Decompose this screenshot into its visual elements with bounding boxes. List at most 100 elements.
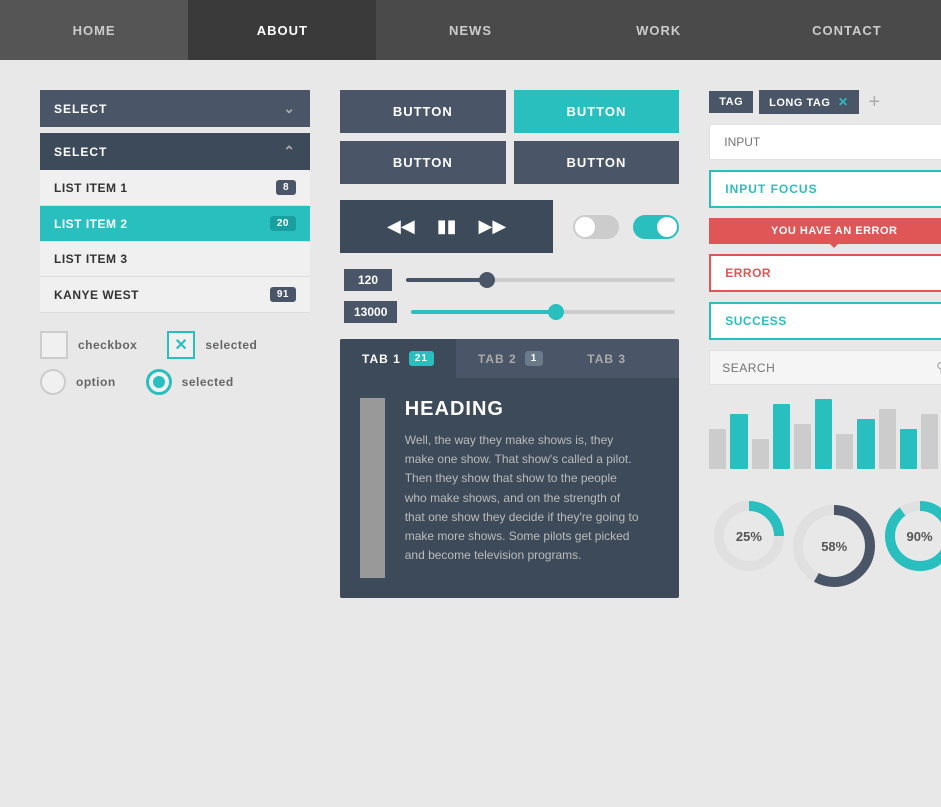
donut-90-label: 90% <box>907 529 933 544</box>
list-item-4[interactable]: KANYE WEST 91 <box>40 277 310 313</box>
button-3[interactable]: BUTTON <box>340 141 506 184</box>
toggle-on[interactable] <box>633 215 679 239</box>
nav-contact[interactable]: CONTACT <box>753 0 941 60</box>
tag-2: LONG TAG ✕ <box>759 90 858 114</box>
radio-unchecked[interactable] <box>40 369 66 395</box>
chevron-down-icon: ⌄ <box>283 100 296 117</box>
toggle-on-knob <box>657 217 677 237</box>
toggle-container <box>573 215 679 239</box>
tab-content: HEADING Well, the way they make shows is… <box>340 378 679 598</box>
select-2-header[interactable]: SELECT ⌃ <box>40 133 310 170</box>
button-1[interactable]: BUTTON <box>340 90 506 133</box>
left-column: SELECT ⌄ SELECT ⌃ LIST ITEM 1 8 LIST ITE… <box>40 90 310 777</box>
select-1[interactable]: SELECT ⌄ <box>40 90 310 127</box>
list-item-1[interactable]: LIST ITEM 1 8 <box>40 170 310 206</box>
tab-image <box>360 398 385 578</box>
bar-1 <box>709 429 726 469</box>
checkbox-unchecked-group: checkbox <box>40 331 137 359</box>
checkbox-selected-label: selected <box>205 338 257 352</box>
checkbox-label: checkbox <box>78 338 137 352</box>
tab-3-label: TAB 3 <box>587 352 626 366</box>
checkbox-checked[interactable]: ✕ <box>167 331 195 359</box>
tag-2-label: LONG TAG <box>769 97 830 109</box>
pause-button[interactable]: ▮▮ <box>433 214 461 239</box>
success-field[interactable] <box>709 302 941 340</box>
donut-58-label: 58% <box>821 539 847 554</box>
toggle-off[interactable] <box>573 215 619 239</box>
list-item-4-label: KANYE WEST <box>54 288 139 302</box>
slider-1-thumb[interactable] <box>479 272 495 288</box>
slider-2-track[interactable] <box>411 310 675 314</box>
main-nav: HOME ABOUT NEWS WORK CONTACT <box>0 0 941 60</box>
tag-add-icon[interactable]: + <box>869 91 881 114</box>
list-item-3-label: LIST ITEM 3 <box>54 252 128 266</box>
tab-body: Well, the way they make shows is, they m… <box>405 431 640 565</box>
slider-2-fill <box>411 310 556 314</box>
list-item-2-label: LIST ITEM 2 <box>54 217 128 231</box>
tab-2[interactable]: TAB 2 1 <box>456 339 565 378</box>
bar-5 <box>794 424 811 469</box>
right-column: TAG LONG TAG ✕ + YOU HAVE AN ERROR ⚲ <box>709 90 941 777</box>
skip-back-button[interactable]: ◀◀ <box>383 214 419 239</box>
error-field[interactable] <box>709 254 941 292</box>
tabs-section: TAB 1 21 TAB 2 1 TAB 3 <box>340 339 679 598</box>
search-input[interactable] <box>722 361 936 375</box>
bar-11 <box>921 414 938 469</box>
button-2[interactable]: BUTTON <box>514 90 680 133</box>
media-player-row: ◀◀ ▮▮ ▶▶ <box>340 200 679 253</box>
select-2-dropdown: SELECT ⌃ LIST ITEM 1 8 LIST ITEM 2 20 LI… <box>40 133 310 313</box>
select-2-label: SELECT <box>54 145 107 159</box>
select-1-label: SELECT <box>54 102 107 116</box>
tab-text-content: HEADING Well, the way they make shows is… <box>385 398 660 565</box>
list-item-2[interactable]: LIST ITEM 2 20 <box>40 206 310 242</box>
tabs-header: TAB 1 21 TAB 2 1 TAB 3 <box>340 339 679 378</box>
donut-58: 58% <box>789 501 879 591</box>
radio-checked-group: selected <box>146 369 234 395</box>
tab-3[interactable]: TAB 3 <box>565 339 648 378</box>
chevron-up-icon: ⌃ <box>283 143 296 160</box>
slider-2-thumb[interactable] <box>548 304 564 320</box>
nav-news[interactable]: NEWS <box>376 0 564 60</box>
radio-controls-row: option selected <box>40 369 310 395</box>
radio-dot <box>153 376 165 388</box>
bar-3 <box>752 439 769 469</box>
radio-unchecked-group: option <box>40 369 116 395</box>
tab-1[interactable]: TAB 1 21 <box>340 339 456 378</box>
slider-2-row: 13000 <box>344 301 675 323</box>
controls-row: checkbox ✕ selected <box>40 331 310 359</box>
checkbox-unchecked[interactable] <box>40 331 68 359</box>
error-tooltip: YOU HAVE AN ERROR <box>709 218 941 244</box>
radio-selected-label: selected <box>182 375 234 389</box>
bar-10 <box>900 429 917 469</box>
donut-row: 25% 58% 90% <box>709 491 941 581</box>
bar-4 <box>773 404 790 469</box>
search-icon: ⚲ <box>936 359 941 376</box>
slider-2-value: 13000 <box>344 301 397 323</box>
nav-home[interactable]: HOME <box>0 0 188 60</box>
donut-25-label: 25% <box>736 529 762 544</box>
slider-1-track[interactable] <box>406 278 675 282</box>
error-section: YOU HAVE AN ERROR <box>709 218 941 292</box>
list-item-3[interactable]: LIST ITEM 3 <box>40 242 310 277</box>
slider-1-row: 120 <box>344 269 675 291</box>
bar-7 <box>836 434 853 469</box>
center-column: BUTTON BUTTON BUTTON BUTTON ◀◀ ▮▮ ▶▶ <box>340 90 679 777</box>
tag-close-icon[interactable]: ✕ <box>838 95 849 109</box>
button-4[interactable]: BUTTON <box>514 141 680 184</box>
toggle-off-knob <box>575 217 595 237</box>
input-focus-field[interactable] <box>709 170 941 208</box>
bar-9 <box>879 409 896 469</box>
tags-row: TAG LONG TAG ✕ + <box>709 90 941 114</box>
bar-chart <box>709 395 941 475</box>
nav-about[interactable]: ABOUT <box>188 0 376 60</box>
input-field[interactable] <box>709 124 941 160</box>
radio-checked[interactable] <box>146 369 172 395</box>
skip-forward-button[interactable]: ▶▶ <box>475 214 511 239</box>
list-item-1-label: LIST ITEM 1 <box>54 181 128 195</box>
nav-work[interactable]: WORK <box>565 0 753 60</box>
slider-1-value: 120 <box>344 269 392 291</box>
bar-8 <box>857 419 874 469</box>
donut-25: 25% <box>710 497 788 575</box>
sliders-section: 120 13000 <box>340 269 679 323</box>
radio-option-label: option <box>76 375 116 389</box>
